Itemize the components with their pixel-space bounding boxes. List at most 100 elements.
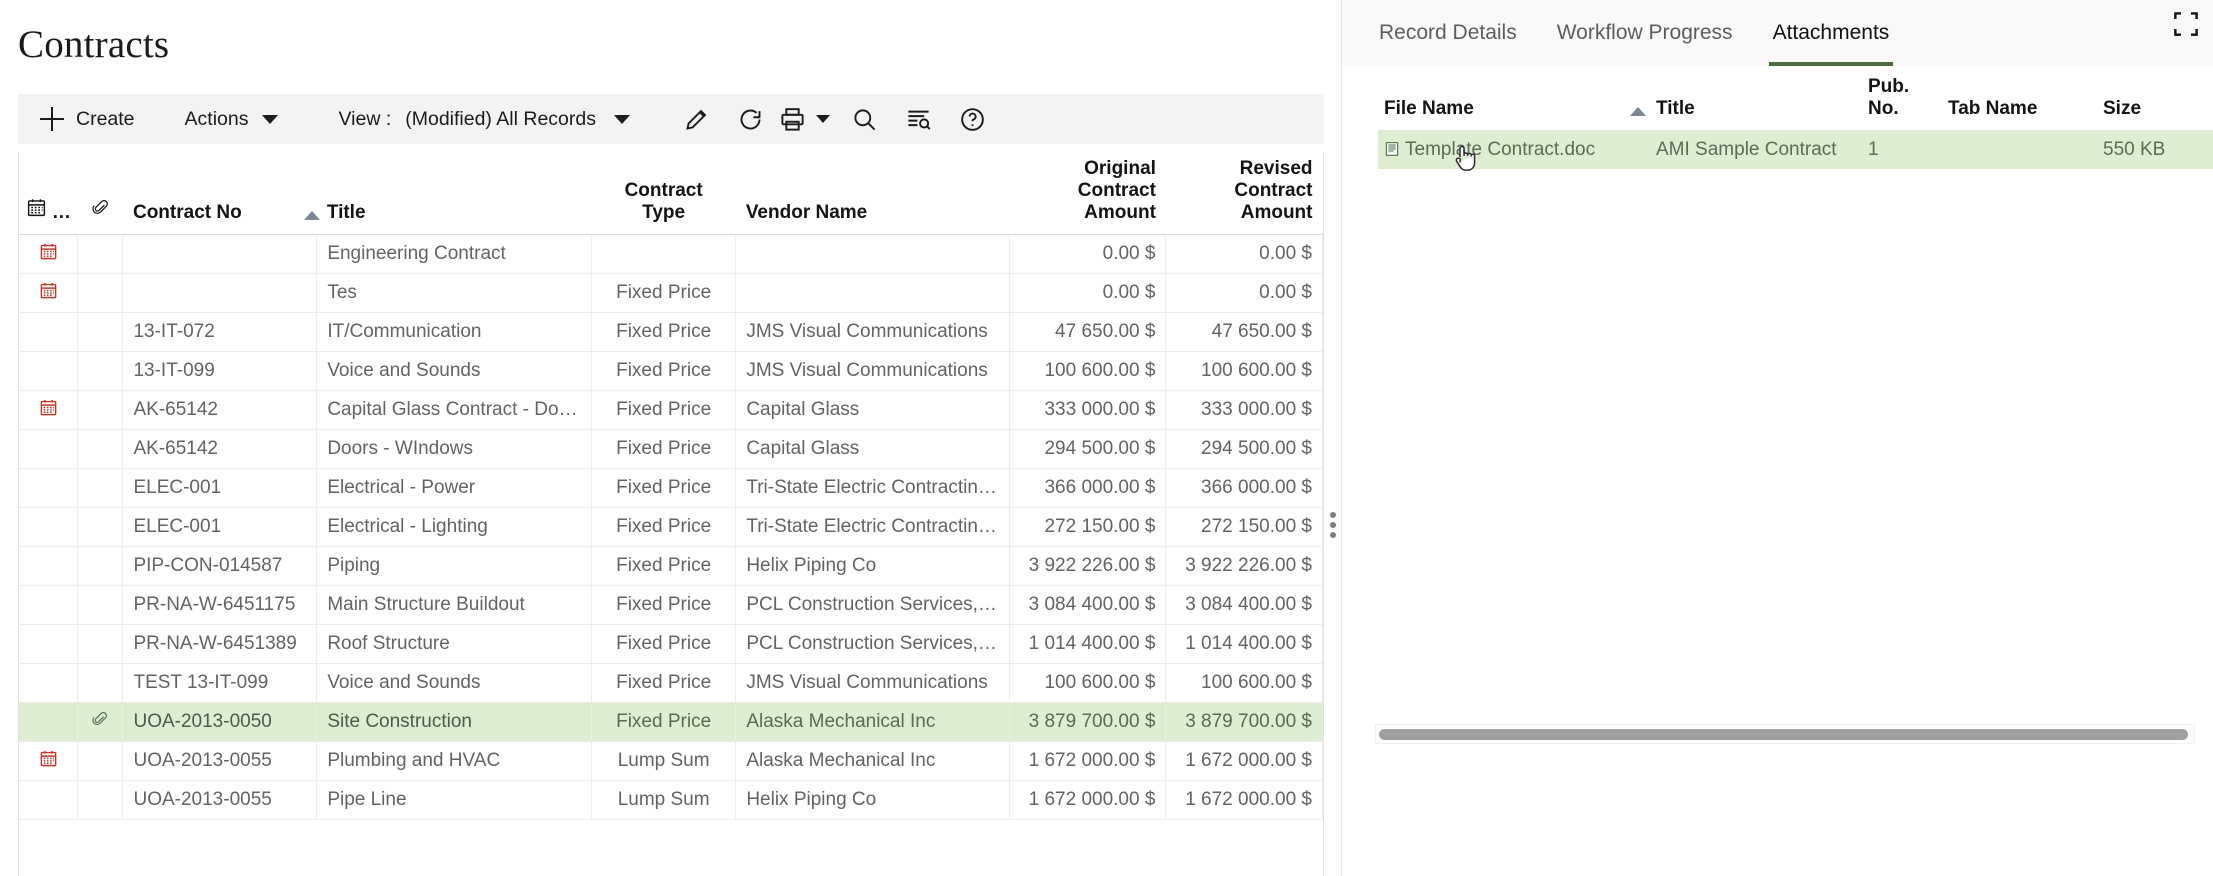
cell-revised-amount[interactable]: 1 672 000.00 $	[1166, 781, 1323, 820]
cell-contract-no[interactable]: ELEC-001	[123, 469, 317, 508]
cell-contract-type[interactable]: Fixed Price	[591, 586, 735, 625]
table-row[interactable]: ELEC-001Electrical - LightingFixed Price…	[19, 508, 1323, 547]
cell-contract-no[interactable]: UOA-2013-0050	[123, 703, 317, 742]
tab-record-details[interactable]: Record Details	[1359, 0, 1537, 66]
row-attachment-cell[interactable]	[78, 703, 123, 742]
cell-title[interactable]: Electrical - Power	[317, 469, 592, 508]
cell-title[interactable]: Roof Structure	[317, 625, 592, 664]
cell-contract-type[interactable]: Lump Sum	[591, 742, 735, 781]
cell-vendor-name[interactable]: Tri-State Electric Contracting…	[736, 508, 1010, 547]
cell-contract-no[interactable]: ELEC-001	[123, 508, 317, 547]
cell-vendor-name[interactable]	[736, 235, 1010, 274]
cell-contract-type[interactable]: Fixed Price	[591, 274, 735, 313]
column-header-pub-no[interactable]: Pub. No.	[1862, 66, 1942, 131]
cell-title[interactable]: Voice and Sounds	[317, 352, 592, 391]
create-button[interactable]: Create	[18, 94, 145, 144]
cell-contract-no[interactable]: 13-IT-099	[123, 352, 317, 391]
cell-vendor-name[interactable]: PCL Construction Services, Inc	[736, 586, 1010, 625]
cell-contract-type[interactable]	[591, 235, 735, 274]
cell-contract-type[interactable]: Fixed Price	[591, 313, 735, 352]
cell-title[interactable]: Pipe Line	[317, 781, 592, 820]
cell-tab-name[interactable]	[1942, 131, 2097, 169]
row-flag-cell[interactable]	[19, 469, 78, 508]
cell-contract-no[interactable]: AK-65142	[123, 430, 317, 469]
table-row[interactable]: ELEC-001Electrical - PowerFixed PriceTri…	[19, 469, 1323, 508]
find-filter-icon[interactable]	[892, 94, 946, 144]
column-header-attachment[interactable]	[78, 152, 123, 235]
cell-vendor-name[interactable]: Capital Glass	[736, 391, 1010, 430]
table-row[interactable]: Engineering Contract0.00 $0.00 $	[19, 235, 1323, 274]
cell-title[interactable]: Electrical - Lighting	[317, 508, 592, 547]
cell-vendor-name[interactable]: Capital Glass	[736, 430, 1010, 469]
cell-vendor-name[interactable]: JMS Visual Communications	[736, 664, 1010, 703]
table-row[interactable]: 13-IT-099Voice and SoundsFixed PriceJMS …	[19, 352, 1323, 391]
cell-contract-type[interactable]: Fixed Price	[591, 508, 735, 547]
cell-original-amount[interactable]: 1 672 000.00 $	[1009, 742, 1166, 781]
column-header-tab-name[interactable]: Tab Name	[1942, 66, 2097, 131]
row-attachment-cell[interactable]	[78, 508, 123, 547]
cell-title[interactable]: Tes	[317, 274, 592, 313]
column-header-title[interactable]: Title	[317, 152, 592, 235]
cell-contract-type[interactable]: Fixed Price	[591, 352, 735, 391]
table-row[interactable]: 13-IT-072IT/CommunicationFixed PriceJMS …	[19, 313, 1323, 352]
column-header-original-amount[interactable]: Original Contract Amount	[1009, 152, 1166, 235]
cell-original-amount[interactable]: 0.00 $	[1009, 274, 1166, 313]
table-row[interactable]: AK-65142Capital Glass Contract - Doo…Fix…	[19, 391, 1323, 430]
cell-vendor-name[interactable]: Tri-State Electric Contracting…	[736, 469, 1010, 508]
row-attachment-cell[interactable]	[78, 664, 123, 703]
cell-original-amount[interactable]: 3 922 226.00 $	[1009, 547, 1166, 586]
tab-workflow-progress[interactable]: Workflow Progress	[1537, 0, 1753, 66]
table-row[interactable]: AK-65142Doors - WIndowsFixed PriceCapita…	[19, 430, 1323, 469]
cell-title[interactable]: Engineering Contract	[317, 235, 592, 274]
attachment-row[interactable]: Template Contract.doc AMI Sample Contract…	[1378, 131, 2213, 169]
row-flag-cell[interactable]	[19, 625, 78, 664]
cell-original-amount[interactable]: 1 672 000.00 $	[1009, 781, 1166, 820]
cell-contract-no[interactable]: TEST 13-IT-099	[123, 664, 317, 703]
actions-menu-button[interactable]: Actions	[175, 94, 289, 144]
cell-size[interactable]: 550 KB	[2097, 131, 2213, 169]
cell-vendor-name[interactable]: Helix Piping Co	[736, 547, 1010, 586]
view-select[interactable]: (Modified) All Records	[395, 94, 640, 144]
column-header-contract-no[interactable]: Contract No	[123, 152, 317, 235]
attachments-horizontal-scrollbar-thumb[interactable]	[1379, 729, 2188, 740]
cell-vendor-name[interactable]: Alaska Mechanical Inc	[736, 703, 1010, 742]
file-name-link[interactable]: Template Contract.doc	[1405, 139, 1595, 160]
cell-contract-no[interactable]: PIP-CON-014587	[123, 547, 317, 586]
row-flag-cell[interactable]	[19, 274, 78, 313]
cell-revised-amount[interactable]: 3 879 700.00 $	[1166, 703, 1323, 742]
cell-original-amount[interactable]: 1 014 400.00 $	[1009, 625, 1166, 664]
cell-revised-amount[interactable]: 100 600.00 $	[1166, 352, 1323, 391]
cell-original-amount[interactable]: 3 084 400.00 $	[1009, 586, 1166, 625]
help-icon[interactable]	[946, 94, 1000, 144]
cell-contract-type[interactable]: Fixed Price	[591, 469, 735, 508]
table-row[interactable]: PR-NA-W-6451175Main Structure BuildoutFi…	[19, 586, 1323, 625]
table-row[interactable]: UOA-2013-0050Site ConstructionFixed Pric…	[19, 703, 1323, 742]
cell-original-amount[interactable]: 100 600.00 $	[1009, 352, 1166, 391]
cell-title[interactable]: IT/Communication	[317, 313, 592, 352]
cell-revised-amount[interactable]: 3 922 226.00 $	[1166, 547, 1323, 586]
cell-title[interactable]: Main Structure Buildout	[317, 586, 592, 625]
table-row[interactable]: UOA-2013-0055Plumbing and HVACLump SumAl…	[19, 742, 1323, 781]
cell-contract-type[interactable]: Fixed Price	[591, 664, 735, 703]
cell-contract-type[interactable]: Fixed Price	[591, 391, 735, 430]
cell-vendor-name[interactable]	[736, 274, 1010, 313]
refresh-icon[interactable]	[724, 94, 778, 144]
cell-title[interactable]: Plumbing and HVAC	[317, 742, 592, 781]
cell-revised-amount[interactable]: 100 600.00 $	[1166, 664, 1323, 703]
cell-contract-type[interactable]: Fixed Price	[591, 430, 735, 469]
cell-pub-no[interactable]: 1	[1862, 131, 1942, 169]
column-header-contract-type[interactable]: Contract Type	[591, 152, 735, 235]
row-flag-cell[interactable]	[19, 508, 78, 547]
row-flag-cell[interactable]	[19, 586, 78, 625]
cell-contract-no[interactable]: UOA-2013-0055	[123, 781, 317, 820]
cell-contract-no[interactable]: 13-IT-072	[123, 313, 317, 352]
cell-contract-type[interactable]: Fixed Price	[591, 547, 735, 586]
row-flag-cell[interactable]	[19, 352, 78, 391]
cell-att-title[interactable]: AMI Sample Contract	[1650, 131, 1862, 169]
row-flag-cell[interactable]	[19, 430, 78, 469]
cell-original-amount[interactable]: 272 150.00 $	[1009, 508, 1166, 547]
search-icon[interactable]	[838, 94, 892, 144]
cell-original-amount[interactable]: 0.00 $	[1009, 235, 1166, 274]
row-flag-cell[interactable]	[19, 742, 78, 781]
cell-title[interactable]: Site Construction	[317, 703, 592, 742]
